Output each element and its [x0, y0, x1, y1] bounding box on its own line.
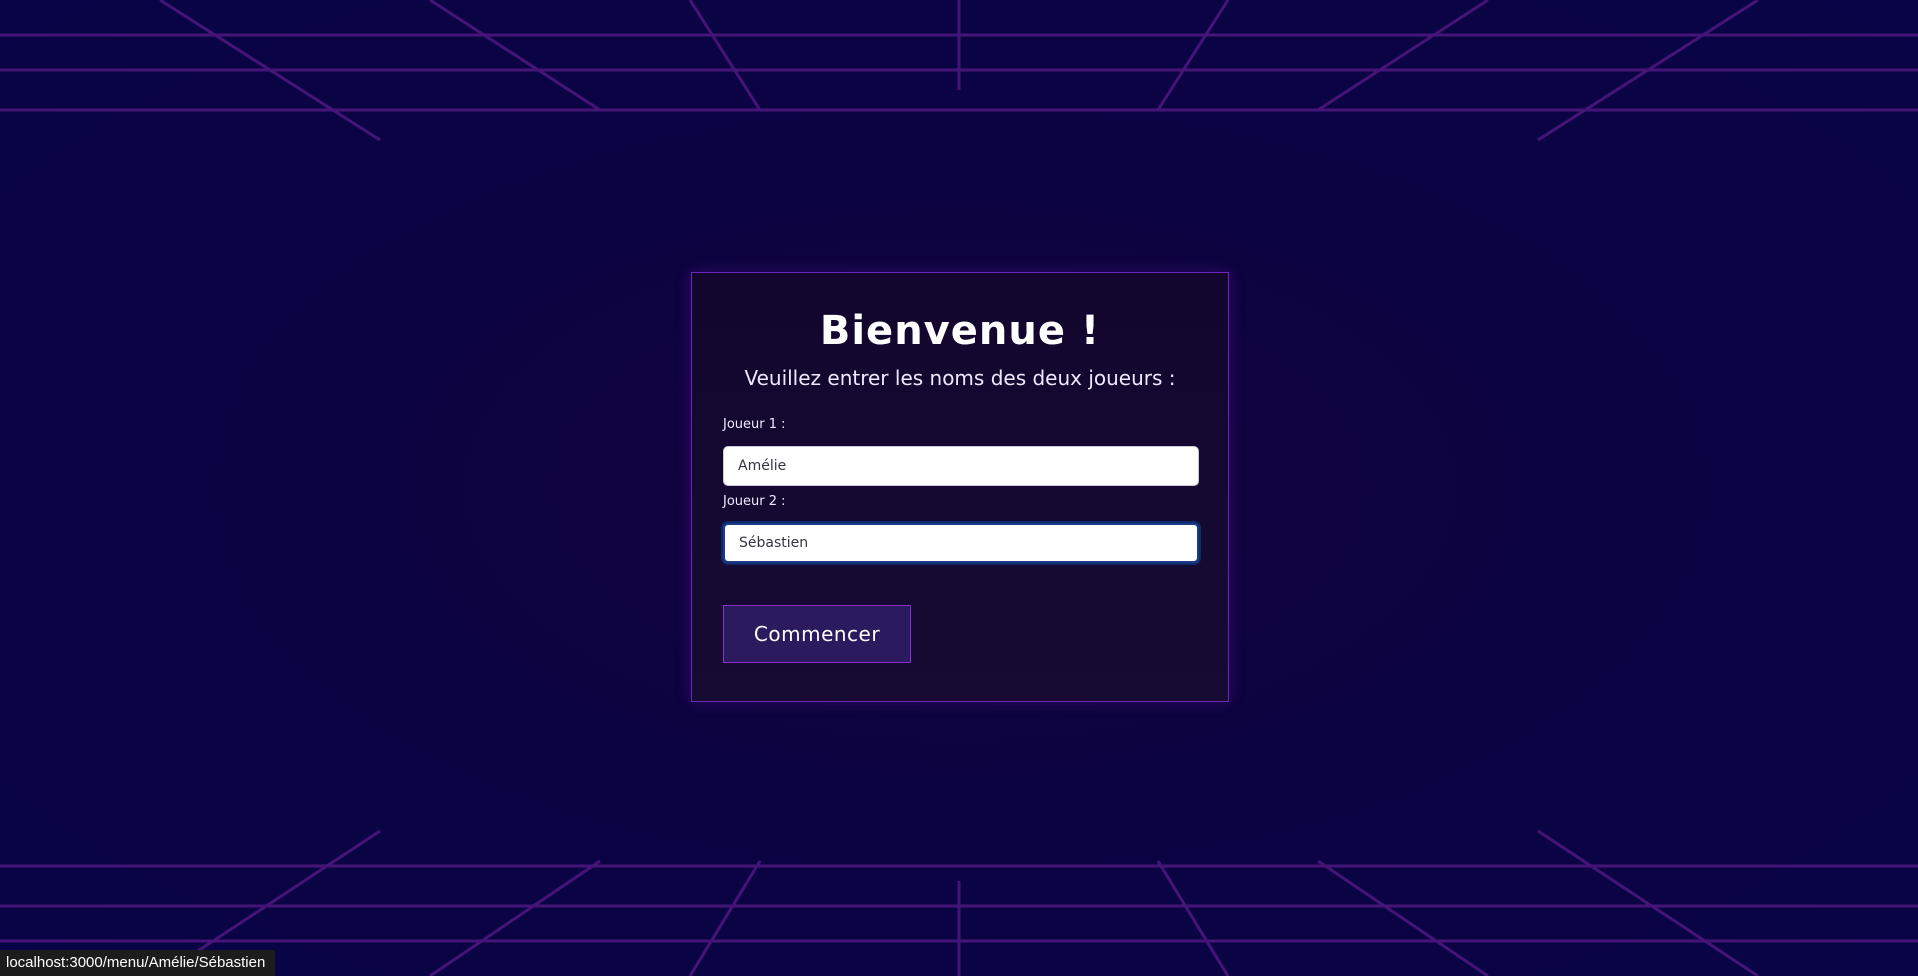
player2-label: Joueur 2 : — [723, 494, 786, 509]
player2-input[interactable] — [723, 523, 1199, 563]
background-grid-top — [0, 0, 1918, 175]
player1-label: Joueur 1 : — [723, 417, 786, 432]
browser-status-bar: localhost:3000/menu/Amélie/Sébastien — [0, 950, 276, 976]
player-names-form: Joueur 1 : Joueur 2 : Commencer — [723, 417, 1199, 663]
background-grid-bottom — [0, 801, 1918, 976]
start-button[interactable]: Commencer — [723, 605, 911, 663]
page-title: Bienvenue ! — [819, 308, 1101, 354]
player1-input[interactable] — [723, 446, 1199, 486]
welcome-card: Bienvenue ! Veuillez entrer les noms des… — [691, 272, 1229, 702]
page-subtitle: Veuillez entrer les noms des deux joueur… — [744, 366, 1176, 390]
